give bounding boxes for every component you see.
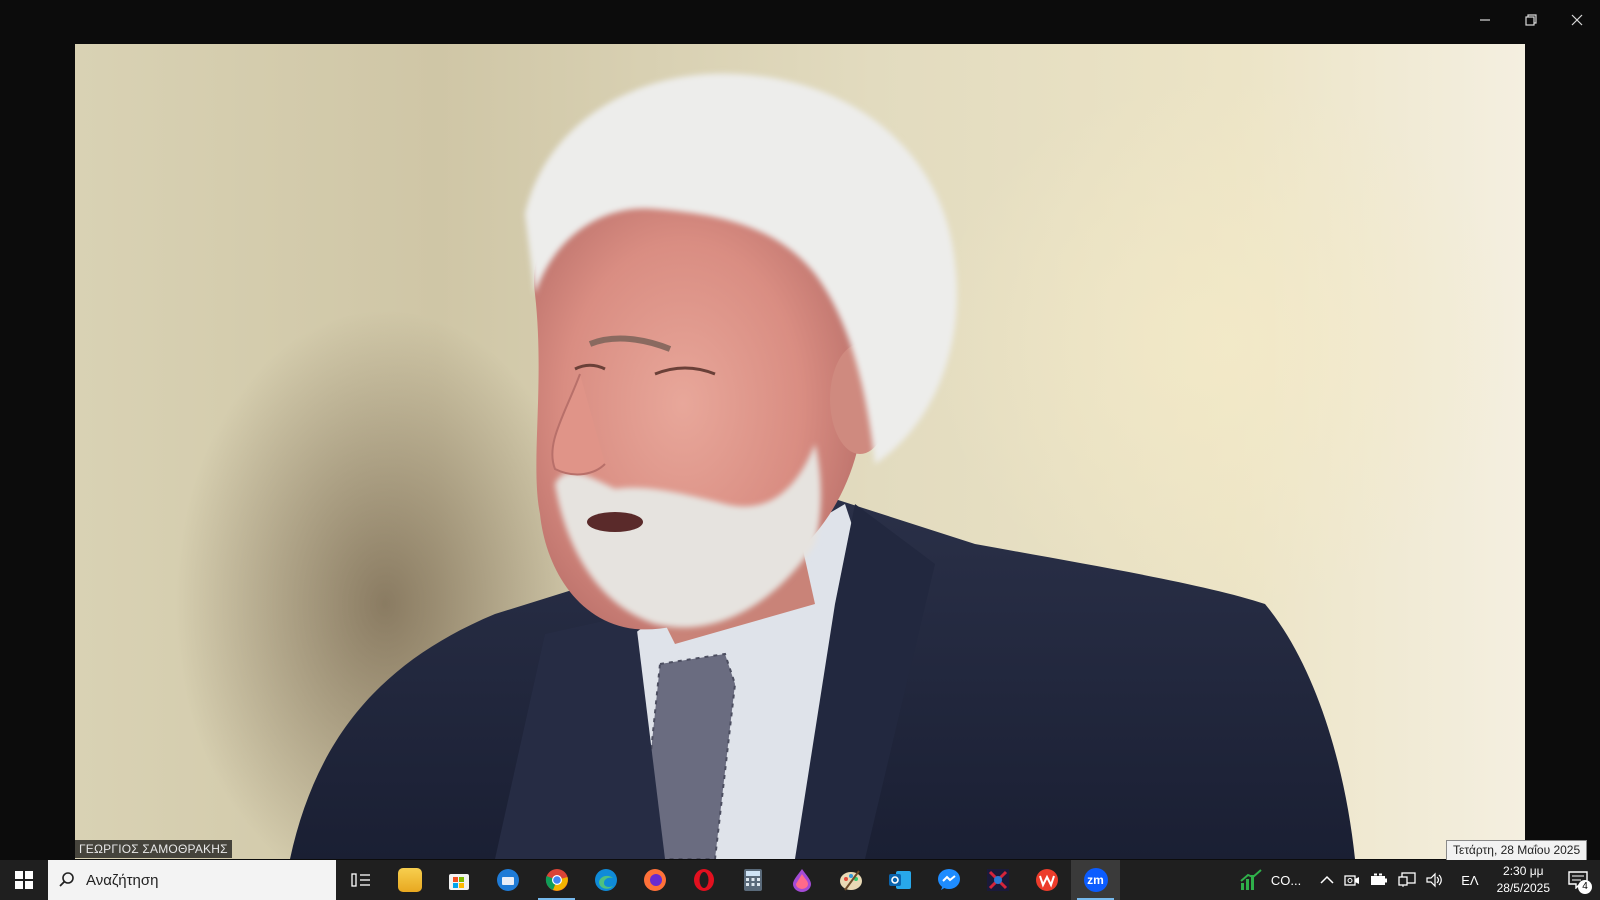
taskbar-file-explorer[interactable] xyxy=(385,860,434,900)
wps-office-icon xyxy=(1035,869,1058,891)
network-tray-button[interactable] xyxy=(1393,860,1421,900)
opera-icon xyxy=(693,869,714,891)
chrome-icon xyxy=(545,869,568,891)
network-icon xyxy=(1398,872,1416,887)
taskbar-paint[interactable] xyxy=(826,860,875,900)
minimize-button[interactable] xyxy=(1462,0,1508,40)
search-box[interactable]: Αναζήτηση xyxy=(48,860,336,900)
calculator-icon xyxy=(743,869,762,891)
zoom-icon: zm xyxy=(1083,868,1108,892)
stock-chart-icon xyxy=(1240,869,1262,890)
battery-tray-button[interactable] xyxy=(1365,860,1393,900)
store-icon xyxy=(448,874,469,890)
camera-tray-button[interactable] xyxy=(1339,860,1365,900)
taskbar: Αναζήτηση zm CO... ΕΛ 2:30 μμ 28/5/2025 … xyxy=(0,860,1600,900)
task-view-icon xyxy=(350,873,370,887)
taskbar-chrome[interactable] xyxy=(532,860,581,900)
taskbar-opera[interactable] xyxy=(679,860,728,900)
speaker-icon xyxy=(1426,872,1443,888)
color-drop-icon xyxy=(792,869,811,892)
video-feed xyxy=(75,44,1525,859)
taskbar-edge[interactable] xyxy=(581,860,630,900)
taskbar-opap[interactable] xyxy=(973,860,1022,900)
taskbar-clock[interactable]: 2:30 μμ 28/5/2025 xyxy=(1491,863,1556,897)
search-icon xyxy=(48,871,86,889)
close-icon xyxy=(1571,14,1583,26)
search-placeholder: Αναζήτηση xyxy=(86,871,159,889)
taskbar-messenger[interactable] xyxy=(924,860,973,900)
stock-widget-label: CO... xyxy=(1270,872,1302,888)
restore-button[interactable] xyxy=(1508,0,1554,40)
date-tooltip: Τετάρτη, 28 Μαΐου 2025 xyxy=(1446,840,1588,861)
clock-date: 28/5/2025 xyxy=(1496,881,1550,895)
windows-logo-icon xyxy=(15,871,33,889)
close-button[interactable] xyxy=(1554,0,1600,40)
task-view-button[interactable] xyxy=(336,860,385,900)
taskbar-zoom[interactable]: zm xyxy=(1071,860,1120,900)
taskbar-outlook[interactable] xyxy=(875,860,924,900)
show-hidden-icons-button[interactable] xyxy=(1315,860,1339,900)
taskbar-color-drop-app[interactable] xyxy=(777,860,826,900)
volume-tray-button[interactable] xyxy=(1421,860,1449,900)
minimize-icon xyxy=(1480,19,1490,21)
taskbar-microsoft-store[interactable] xyxy=(434,860,483,900)
taskbar-calculator[interactable] xyxy=(728,860,777,900)
participant-video-image xyxy=(290,73,1355,859)
restore-icon xyxy=(1525,14,1537,26)
opap-icon xyxy=(986,869,1009,891)
chevron-up-icon xyxy=(1320,875,1334,884)
paint-palette-icon xyxy=(839,870,862,891)
camera-icon xyxy=(1344,875,1360,886)
stock-widget[interactable]: CO... xyxy=(1229,860,1315,900)
window-controls xyxy=(1462,0,1600,40)
clock-time: 2:30 μμ xyxy=(1503,864,1544,878)
taskbar-thunderbird[interactable] xyxy=(483,860,532,900)
language-indicator[interactable]: ΕΛ xyxy=(1449,860,1490,900)
firefox-icon xyxy=(643,869,666,891)
messenger-icon xyxy=(937,869,960,890)
taskbar-wps-office[interactable] xyxy=(1022,860,1071,900)
folder-icon xyxy=(397,868,422,892)
outlook-icon xyxy=(888,871,911,889)
notifications-button[interactable]: 4 xyxy=(1556,860,1600,900)
thunderbird-icon xyxy=(496,869,519,891)
zoom-icon-label: zm xyxy=(1087,873,1104,887)
participant-name-label: ΓΕΩΡΓΙΟΣ ΣΑΜΟΘΡΑΚΗΣ xyxy=(75,840,232,858)
notification-count-badge: 4 xyxy=(1578,880,1592,894)
edge-icon xyxy=(594,869,617,891)
system-tray: CO... ΕΛ 2:30 μμ 28/5/2025 4 xyxy=(1229,860,1600,900)
taskbar-firefox[interactable] xyxy=(630,860,679,900)
battery-icon xyxy=(1371,873,1388,885)
start-button[interactable] xyxy=(0,860,48,900)
